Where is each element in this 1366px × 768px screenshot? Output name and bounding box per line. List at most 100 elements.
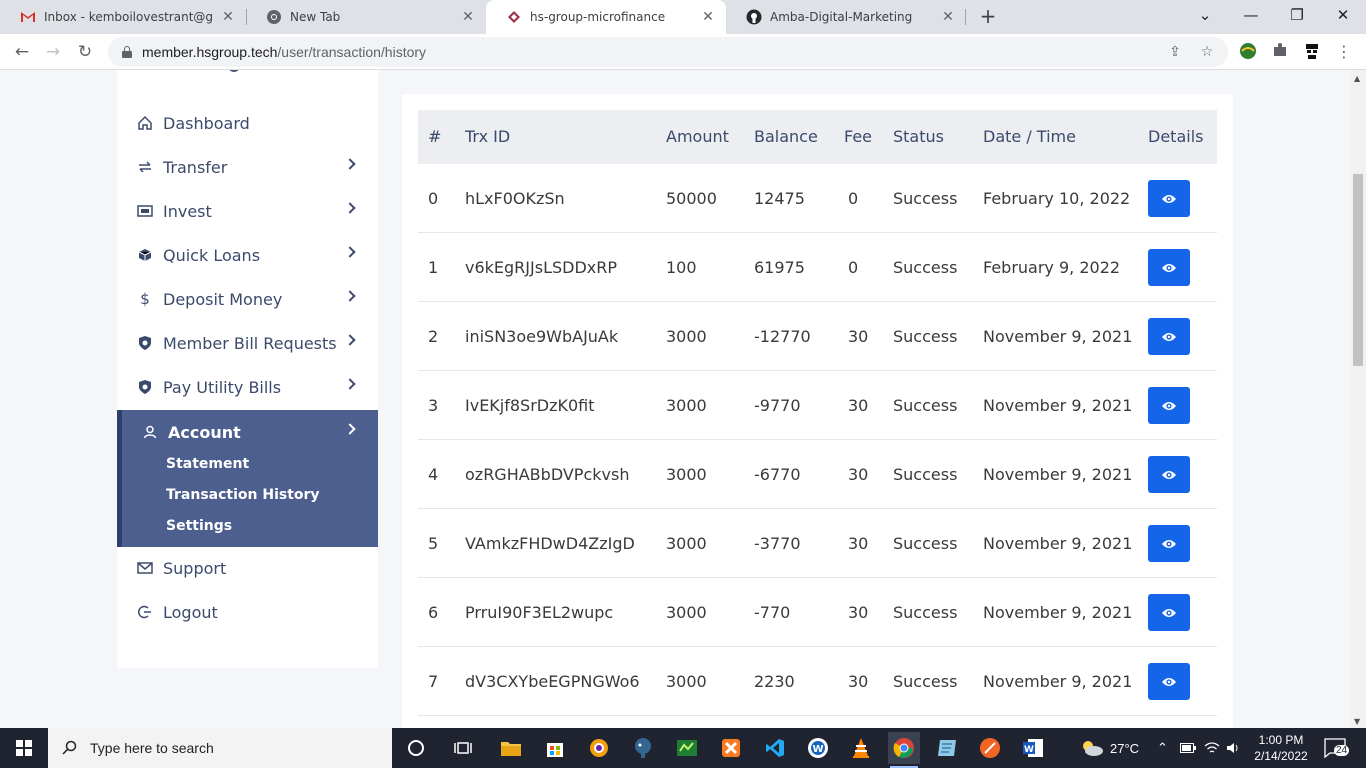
wifi-icon[interactable]: [1204, 728, 1220, 768]
scroll-thumb[interactable]: [1353, 174, 1363, 366]
tab-github[interactable]: Amba-Digital-Marketing ✕: [726, 0, 966, 34]
close-icon[interactable]: ✕: [940, 9, 956, 25]
brave-icon[interactable]: [583, 732, 615, 764]
cell-trx-id: v6kEgRJJsLSDDxRP: [465, 258, 618, 277]
cell-trx-id: VAmkzFHDwD4ZzIgD: [465, 534, 635, 553]
svg-text:W: W: [812, 744, 823, 755]
user-icon: [141, 423, 159, 441]
close-icon[interactable]: ✕: [460, 9, 476, 25]
view-details-button[interactable]: [1148, 663, 1190, 700]
logout-icon: [136, 603, 154, 621]
extensions-puzzle-icon[interactable]: [1270, 42, 1290, 62]
profile-avatar-icon[interactable]: [1302, 42, 1322, 62]
tray-chevron-up-icon[interactable]: ⌃: [1157, 728, 1168, 768]
cortana-icon[interactable]: [400, 732, 432, 764]
view-details-button[interactable]: [1148, 249, 1190, 286]
table-row: 4 ozRGHABbDVPckvsh 3000 -6770 30 Success Novem…: [418, 440, 1217, 509]
minimize-button[interactable]: —: [1228, 0, 1274, 34]
view-details-button[interactable]: [1148, 387, 1190, 424]
close-icon[interactable]: ✕: [220, 9, 236, 25]
bookmark-star-icon[interactable]: ☆: [1198, 43, 1216, 61]
sidebar-item-dashboard[interactable]: Dashboard: [117, 101, 378, 145]
extension-globe-icon[interactable]: [1238, 42, 1258, 62]
sidebar-item-label: Transfer: [163, 157, 228, 177]
view-details-button[interactable]: [1148, 180, 1190, 217]
page-scrollbar[interactable]: ▲ ▼: [1350, 70, 1366, 728]
sidebar-item-invest[interactable]: Invest: [117, 189, 378, 233]
battery-icon[interactable]: [1180, 728, 1196, 768]
sidebar-item-deposit-money[interactable]: $ Deposit Money: [117, 277, 378, 321]
table-row: 2 iniSN3oe9WbAJuAk 3000 -12770 30 Success Nove…: [418, 302, 1217, 371]
taskbar-search-box[interactable]: Type here to search: [48, 728, 392, 768]
tab-new-tab[interactable]: New Tab ✕: [246, 0, 486, 34]
column-header: Date / Time: [983, 127, 1076, 146]
reload-button[interactable]: ↻: [72, 39, 98, 65]
sidebar-item-pay-utility-bills[interactable]: Pay Utility Bills: [117, 365, 378, 409]
cell-date: November 9, 2021: [983, 534, 1133, 553]
view-details-button[interactable]: [1148, 456, 1190, 493]
menu-kebab-icon[interactable]: ⋮: [1334, 42, 1354, 62]
cell-balance: -9770: [754, 396, 801, 415]
postgres-icon[interactable]: [627, 732, 659, 764]
volume-icon[interactable]: [1226, 728, 1242, 768]
view-details-button[interactable]: [1148, 594, 1190, 631]
restore-button[interactable]: ❐: [1274, 0, 1320, 34]
sidebar-item-quick-loans[interactable]: Quick Loans: [117, 233, 378, 277]
cell-fee: 30: [848, 396, 869, 415]
weather-widget[interactable]: 27°C: [1080, 728, 1139, 768]
new-tab-button[interactable]: +: [976, 5, 1000, 29]
sidebar-item-logout[interactable]: Logout: [117, 590, 378, 634]
store-icon[interactable]: [539, 732, 571, 764]
notification-center-icon[interactable]: 24: [1324, 738, 1350, 759]
column-header: Status: [893, 127, 944, 146]
cell-amount: 3000: [666, 603, 707, 622]
cell-fee: 0: [848, 189, 859, 208]
tab-gmail[interactable]: Inbox - kemboilovestrant@gmail.com ✕: [0, 0, 246, 34]
cell-amount: 3000: [666, 396, 707, 415]
scroll-up-arrow-icon[interactable]: ▲: [1354, 74, 1360, 83]
start-button[interactable]: [0, 728, 48, 768]
eye-icon: [1162, 194, 1176, 203]
view-details-button[interactable]: [1148, 525, 1190, 562]
tab-hs-group[interactable]: hs-group-microfinance ✕: [486, 0, 726, 34]
word-icon[interactable]: W: [1017, 732, 1049, 764]
lock-icon[interactable]: [122, 46, 132, 58]
shield-icon: [136, 378, 154, 396]
address-bar[interactable]: member.hsgroup.tech/user/transaction/his…: [108, 37, 1228, 67]
spreadsheet-app-icon[interactable]: [671, 732, 703, 764]
sidebar-item-member-bill-requests[interactable]: Member Bill Requests: [117, 321, 378, 365]
chrome-taskbar-icon[interactable]: [888, 732, 920, 768]
close-icon[interactable]: ✕: [700, 9, 716, 25]
forward-button[interactable]: →: [40, 39, 66, 65]
sidebar-subitem-statement[interactable]: Statement: [166, 456, 249, 472]
cell-status: Success: [893, 396, 958, 415]
sidebar-subitem-transaction-history[interactable]: Transaction History: [166, 487, 320, 503]
notes-app-icon[interactable]: [931, 732, 963, 764]
app-w-circle-icon[interactable]: W: [802, 732, 834, 764]
sidebar-subitem-settings[interactable]: Settings: [166, 518, 232, 534]
cell-balance: 2230: [754, 672, 795, 691]
home-icon: [136, 114, 154, 132]
tab-search-button[interactable]: ⌄: [1182, 0, 1228, 34]
sidebar: Dashboard Transfer Invest Quick Loans $: [117, 70, 378, 668]
sidebar-item-account[interactable]: Account: [117, 410, 378, 454]
orange-app-icon[interactable]: [974, 732, 1006, 764]
chevron-right-icon: [344, 290, 356, 302]
cell-trx-id: dV3CXYbeEGPNGWo6: [465, 672, 640, 691]
back-button[interactable]: ←: [9, 39, 35, 65]
vlc-icon[interactable]: [845, 732, 877, 764]
xampp-icon[interactable]: [715, 732, 747, 764]
system-clock[interactable]: 1:00 PM 2/14/2022: [1246, 732, 1316, 764]
close-window-button[interactable]: ✕: [1320, 0, 1366, 34]
scroll-down-arrow-icon[interactable]: ▼: [1354, 717, 1360, 726]
task-view-icon[interactable]: [447, 732, 479, 764]
file-explorer-icon[interactable]: [495, 732, 527, 764]
share-icon[interactable]: ⇪: [1166, 43, 1184, 61]
table-row: 1 v6kEgRJJsLSDDxRP 100 61975 0 Success Februar…: [418, 233, 1217, 302]
sidebar-item-transfer[interactable]: Transfer: [117, 145, 378, 189]
view-details-button[interactable]: [1148, 318, 1190, 355]
sidebar-item-support[interactable]: Support: [117, 546, 378, 590]
vscode-icon[interactable]: [759, 732, 791, 764]
cell-balance: -770: [754, 603, 791, 622]
gmail-icon: [20, 9, 36, 25]
